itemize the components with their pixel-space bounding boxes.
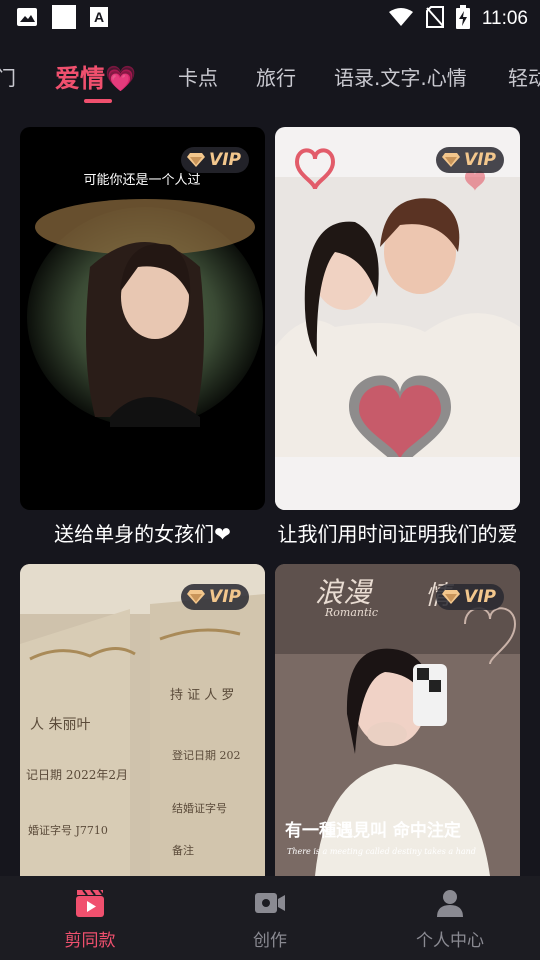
- vip-badge: VIP: [181, 147, 249, 173]
- overlay-title: 浪漫: [315, 576, 374, 609]
- vip-badge: VIP: [436, 584, 504, 610]
- diamond-icon: [442, 590, 461, 604]
- tab-quotes-text-mood[interactable]: 语录.文字.心情: [334, 62, 467, 91]
- template-thumbnail[interactable]: 浪漫 情 Romantic 有一種遇見叫 命中注定 There is a mee…: [275, 564, 520, 876]
- diamond-icon: [187, 153, 206, 167]
- active-tab-indicator: [84, 99, 112, 103]
- portrait-photo: 可能你还是一个人过: [20, 127, 265, 510]
- tab-partial-right[interactable]: 轻动: [508, 62, 540, 91]
- bottom-navigation: 剪同款 创作 个人中心: [0, 876, 540, 960]
- overlay-line: 持 证 人 罗: [170, 688, 234, 703]
- nav-label: 剪同款: [64, 931, 116, 951]
- svg-text:A: A: [94, 9, 104, 25]
- tab-beat-sync[interactable]: 卡点: [178, 62, 218, 91]
- tab-partial-left[interactable]: 门: [0, 62, 16, 91]
- overlay-line: 备注: [172, 843, 194, 857]
- wifi-icon: [388, 7, 414, 31]
- overlay-line: 记日期 2022年2月: [26, 768, 128, 782]
- overlay-caption: 可能你还是一个人过: [83, 173, 200, 188]
- vip-badge-label: VIP: [464, 150, 496, 170]
- image-icon: [16, 7, 38, 31]
- overlay-caption-en: There is a meeting called destiny takes …: [287, 847, 476, 856]
- category-tabs: 门 爱情💗 卡点 旅行 语录.文字.心情 轻动: [0, 52, 540, 112]
- tab-love[interactable]: 爱情💗: [55, 59, 136, 95]
- diamond-icon: [187, 590, 206, 604]
- nav-item-profile[interactable]: 个人中心: [360, 876, 540, 960]
- overlay-line: 结婚证字号: [172, 801, 227, 815]
- blank-square-icon: [52, 5, 76, 33]
- template-title[interactable]: 送给单身的女孩们❤: [20, 518, 265, 547]
- nav-item-create[interactable]: 创作: [180, 876, 360, 960]
- vip-badge: VIP: [436, 147, 504, 173]
- font-icon: A: [90, 7, 108, 31]
- no-sim-icon: [425, 6, 444, 32]
- overlay-line: 人 朱丽叶: [30, 717, 90, 733]
- vip-badge-label: VIP: [209, 587, 241, 607]
- template-thumbnail[interactable]: VIP: [275, 127, 520, 510]
- overlay-line: 婚证字号 J7710: [28, 823, 108, 837]
- status-time: 11:06: [481, 8, 528, 29]
- template-thumbnail[interactable]: 人 朱丽叶 记日期 2022年2月 婚证字号 J7710 持 证 人 罗 登记日…: [20, 564, 265, 876]
- overlay-line: 登记日期 202: [172, 748, 241, 762]
- tab-travel[interactable]: 旅行: [256, 62, 296, 91]
- clapperboard-icon: [76, 889, 104, 917]
- vip-badge-label: VIP: [464, 587, 496, 607]
- status-bar: A 11:06: [0, 0, 540, 38]
- person-icon: [437, 890, 463, 917]
- selfie-photo: 浪漫 情 Romantic 有一種遇見叫 命中注定 There is a mee…: [275, 564, 520, 876]
- overlay-caption: 有一種遇見叫 命中注定: [285, 820, 461, 841]
- template-card[interactable]: 浪漫 情 Romantic 有一種遇見叫 命中注定 There is a mee…: [275, 564, 520, 876]
- template-thumbnail[interactable]: 可能你还是一个人过 VIP: [20, 127, 265, 510]
- template-title[interactable]: 让我们用时间证明我们的爱: [275, 518, 520, 547]
- nav-item-cut-same[interactable]: 剪同款: [0, 876, 180, 960]
- diamond-icon: [442, 153, 461, 167]
- marriage-certificate-photo: 人 朱丽叶 记日期 2022年2月 婚证字号 J7710 持 证 人 罗 登记日…: [20, 564, 265, 876]
- template-card[interactable]: 人 朱丽叶 记日期 2022年2月 婚证字号 J7710 持 证 人 罗 登记日…: [20, 564, 265, 876]
- nav-label: 创作: [253, 931, 287, 951]
- vip-badge: VIP: [181, 584, 249, 610]
- video-camera-icon: [255, 893, 285, 913]
- battery-charging-icon: [455, 5, 470, 33]
- template-card[interactable]: 可能你还是一个人过 VIP 送给单身的女孩们❤: [20, 127, 265, 547]
- nav-label: 个人中心: [416, 931, 484, 951]
- overlay-subtitle: Romantic: [324, 606, 378, 619]
- couple-photo: [275, 127, 520, 510]
- vip-badge-label: VIP: [209, 150, 241, 170]
- template-card[interactable]: VIP 让我们用时间证明我们的爱: [275, 127, 520, 547]
